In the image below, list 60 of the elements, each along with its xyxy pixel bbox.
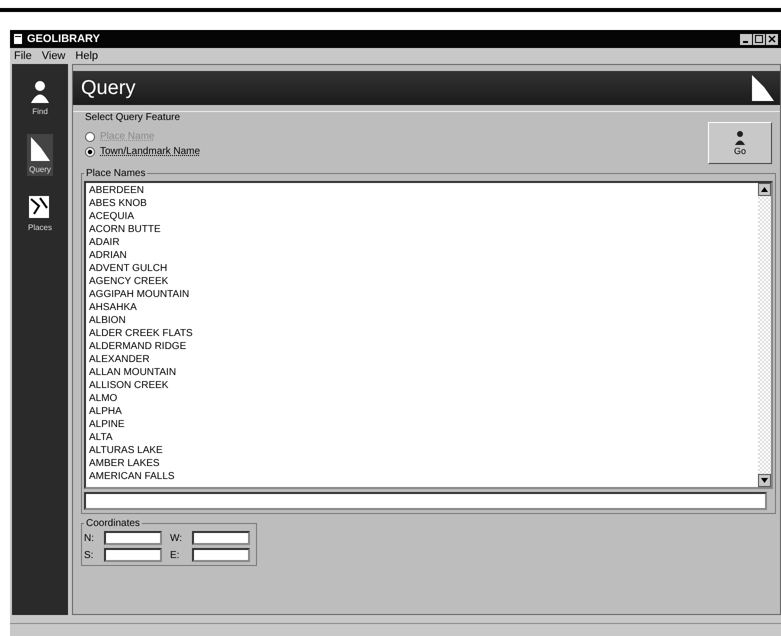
up-arrow-icon <box>760 185 769 194</box>
place-list[interactable] <box>84 181 773 489</box>
list-item[interactable]: ABERDEEN <box>89 184 755 197</box>
radio-label[interactable]: Town/Landmark Name <box>100 146 200 157</box>
list-item[interactable]: ALDERMAND RIDGE <box>89 340 755 353</box>
scroll-up-button[interactable] <box>758 183 771 196</box>
group-label: Coordinates <box>85 518 141 529</box>
search-field[interactable] <box>84 492 767 510</box>
list-item[interactable]: ALTA <box>89 431 755 444</box>
list-item[interactable]: AMBER LAKES <box>89 457 755 470</box>
scroll-down-button[interactable] <box>758 474 771 487</box>
list-item[interactable]: ADRIAN <box>89 249 755 262</box>
list-item[interactable]: AHSAHKA <box>89 301 755 314</box>
list-item[interactable]: ADAIR <box>89 236 755 249</box>
list-item[interactable]: ALLISON CREEK <box>89 379 755 392</box>
list-item[interactable]: ALPHA <box>89 405 755 418</box>
coordinate-field[interactable] <box>192 531 250 545</box>
list-item[interactable]: AGGIPAH MOUNTAIN <box>89 288 755 301</box>
field-label: N: <box>84 532 95 544</box>
menu-item[interactable]: File <box>14 50 32 62</box>
coordinate-field[interactable] <box>104 531 162 545</box>
list-item[interactable]: ALEXANDER <box>89 353 755 366</box>
sidebar-item[interactable]: Places <box>26 192 54 234</box>
field-label: E: <box>170 550 180 560</box>
maximize-button[interactable] <box>753 34 765 44</box>
radio-button[interactable] <box>85 146 95 156</box>
list-item[interactable]: AMERICAN FALLS <box>89 470 755 483</box>
go-button[interactable]: Go <box>708 122 772 164</box>
list-item[interactable]: ACORN BUTTE <box>89 223 755 236</box>
page-title: Query <box>81 76 136 100</box>
list-item[interactable]: ALMO <box>89 392 755 405</box>
window-title: GEOLIBRARY <box>27 33 100 45</box>
maximize-icon <box>755 35 763 43</box>
menu-item[interactable]: View <box>42 50 66 62</box>
coordinate-field[interactable] <box>192 548 250 562</box>
down-arrow-icon <box>760 476 769 485</box>
close-icon <box>768 35 776 43</box>
document-icon <box>13 33 23 45</box>
sidebar-item[interactable]: Find <box>27 76 53 118</box>
coordinate-field[interactable] <box>104 548 162 562</box>
scrollbar[interactable] <box>758 183 771 487</box>
field-label: S: <box>84 550 94 560</box>
group-label: Select Query Feature <box>85 112 182 123</box>
list-item[interactable]: ALLAN MOUNTAIN <box>89 366 755 379</box>
list-item[interactable]: ADVENT GULCH <box>89 262 755 275</box>
person-icon <box>733 130 747 146</box>
list-item[interactable]: ACEQUIA <box>89 210 755 223</box>
list-item[interactable]: AGENCY CREEK <box>89 275 755 288</box>
minimize-button[interactable] <box>740 34 752 44</box>
list-item[interactable]: ABES KNOB <box>89 197 755 210</box>
list-item[interactable]: ALBION <box>89 314 755 327</box>
list-item[interactable]: ALTURAS LAKE <box>89 444 755 457</box>
group-label: Place Names <box>85 168 146 179</box>
list-item[interactable]: ALPINE <box>89 418 755 431</box>
menu-item[interactable]: Help <box>75 50 98 62</box>
field-label: W: <box>170 532 184 544</box>
sidebar-item[interactable]: Query <box>27 134 53 176</box>
close-button[interactable] <box>766 34 778 44</box>
person-icon <box>29 78 51 104</box>
list-item[interactable]: ALDER CREEK FLATS <box>89 327 755 340</box>
